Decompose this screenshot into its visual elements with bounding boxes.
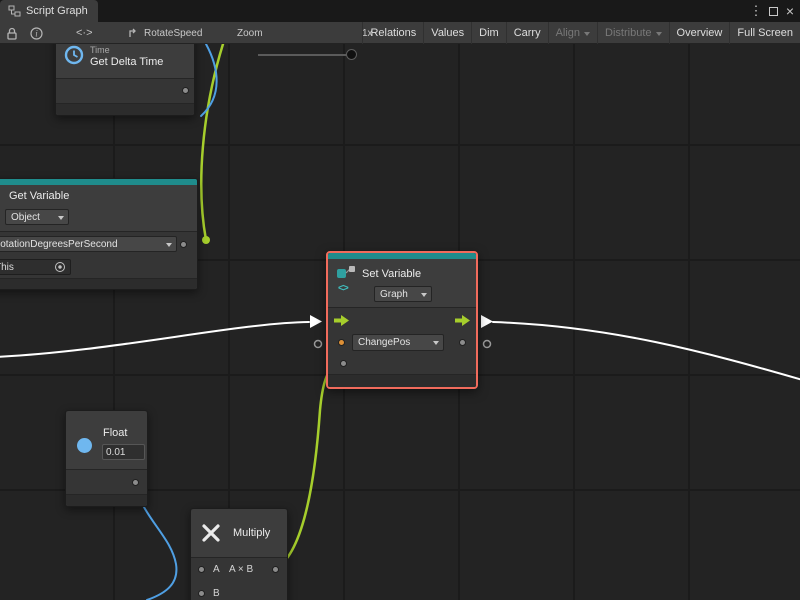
float-value: 0.01: [106, 447, 125, 458]
value-output-port[interactable]: [459, 339, 466, 346]
float-circle-icon: [76, 437, 93, 454]
variable-name-dropdown[interactable]: RotationDegreesPerSecond: [0, 236, 177, 252]
value-wire-green-upper: [201, 44, 223, 240]
script-graph-icon: [8, 5, 21, 17]
variable-scope-dropdown[interactable]: Object: [5, 209, 69, 225]
output-label: A × B: [229, 564, 253, 575]
node-title: Get Variable: [9, 190, 69, 202]
insert-node-icon[interactable]: <·>: [76, 22, 93, 44]
value-output-port[interactable]: [132, 479, 139, 486]
node-footer: [66, 495, 147, 506]
input-a-port[interactable]: [198, 566, 205, 573]
control-input-port[interactable]: [334, 315, 349, 326]
full-screen-button[interactable]: Full Screen: [729, 22, 800, 44]
node-footer: [56, 104, 194, 115]
value-output-ring[interactable]: [484, 341, 491, 348]
node-title: Float: [103, 427, 127, 439]
zoom-slider-track[interactable]: [258, 54, 352, 56]
align-dropdown-button[interactable]: Align: [548, 22, 597, 44]
node-footer: [328, 375, 476, 387]
node-footer: [0, 279, 197, 289]
chevron-down-icon: [166, 243, 172, 250]
green-port-dot[interactable]: [202, 236, 210, 244]
lock-icon[interactable]: [6, 27, 18, 40]
result-output-port[interactable]: [272, 566, 279, 573]
tab-title: Script Graph: [26, 5, 88, 17]
control-input-arrow[interactable]: [310, 315, 322, 328]
overview-button[interactable]: Overview: [669, 22, 730, 44]
zoom-label: Zoom: [237, 28, 263, 39]
relations-button[interactable]: Relations: [362, 22, 423, 44]
value-input-ring[interactable]: [315, 341, 322, 348]
variable-name-label: RotationDegreesPerSecond: [0, 239, 118, 250]
maximize-icon[interactable]: [765, 0, 781, 22]
breadcrumb[interactable]: RotateSpeed: [128, 22, 202, 44]
node-title: Get Delta Time: [90, 56, 163, 68]
kebab-menu-icon[interactable]: ⋮: [748, 0, 764, 22]
value-input-port[interactable]: [338, 339, 345, 346]
chevron-down-icon: [433, 341, 439, 348]
node-multiply[interactable]: Multiply A A × B B: [190, 508, 288, 600]
unity-visual-scripting-window: Time Get Delta Time Get Variable Object …: [0, 0, 800, 600]
info-icon[interactable]: i: [30, 27, 43, 40]
graph-toolbar: i <·> RotateSpeed Zoom 1x Relations Valu…: [0, 22, 800, 44]
control-wire-out: [493, 322, 800, 381]
value-output-port[interactable]: [180, 241, 187, 248]
object-picker-icon[interactable]: [55, 262, 65, 272]
chevron-down-icon: [421, 293, 427, 300]
control-output-port[interactable]: [455, 315, 470, 326]
node-title: Set Variable: [362, 268, 421, 280]
input-a-label: A: [213, 564, 220, 575]
dim-button[interactable]: Dim: [471, 22, 506, 44]
chevron-down-icon: [58, 216, 64, 223]
tab-script-graph[interactable]: Script Graph: [0, 0, 98, 22]
new-value-input-port[interactable]: [340, 360, 347, 367]
tab-bar: Script Graph ⋮ ×: [0, 0, 800, 22]
node-float-literal[interactable]: Float 0.01: [65, 410, 148, 507]
chevron-down-icon: [584, 32, 590, 39]
float-value-input[interactable]: 0.01: [102, 444, 145, 460]
values-button[interactable]: Values: [423, 22, 471, 44]
multiply-x-icon: [199, 521, 223, 545]
variable-scope-label: Graph: [380, 289, 408, 300]
chevron-down-icon: [656, 32, 662, 39]
node-set-variable[interactable]: <> Set Variable Graph ChangePos: [326, 251, 478, 389]
input-b-port[interactable]: [198, 590, 205, 597]
variable-name-dropdown[interactable]: ChangePos: [352, 334, 444, 351]
value-output-port[interactable]: [182, 87, 189, 94]
target-object-label: This: [0, 262, 14, 273]
graph-pointer-icon: [128, 27, 140, 39]
variable-scope-label: Object: [11, 212, 40, 223]
clock-icon: [63, 44, 85, 66]
control-wire-in: [0, 322, 309, 357]
carry-button[interactable]: Carry: [506, 22, 548, 44]
node-category: Time: [90, 45, 110, 55]
input-b-label: B: [213, 588, 220, 599]
distribute-dropdown-button[interactable]: Distribute: [597, 22, 668, 44]
node-get-variable[interactable]: Get Variable Object RotationDegreesPerSe…: [0, 178, 198, 290]
close-icon[interactable]: ×: [782, 0, 798, 22]
variable-scope-dropdown[interactable]: Graph: [374, 286, 432, 302]
graph-name: RotateSpeed: [144, 28, 202, 39]
control-output-arrow[interactable]: [481, 315, 493, 328]
variable-icon: [336, 265, 358, 279]
svg-text:i: i: [35, 28, 38, 38]
variable-name-label: ChangePos: [358, 337, 410, 348]
zoom-slider-knob[interactable]: [346, 49, 357, 60]
graph-variable-glyph: <>: [338, 283, 348, 294]
node-title: Multiply: [233, 527, 270, 539]
